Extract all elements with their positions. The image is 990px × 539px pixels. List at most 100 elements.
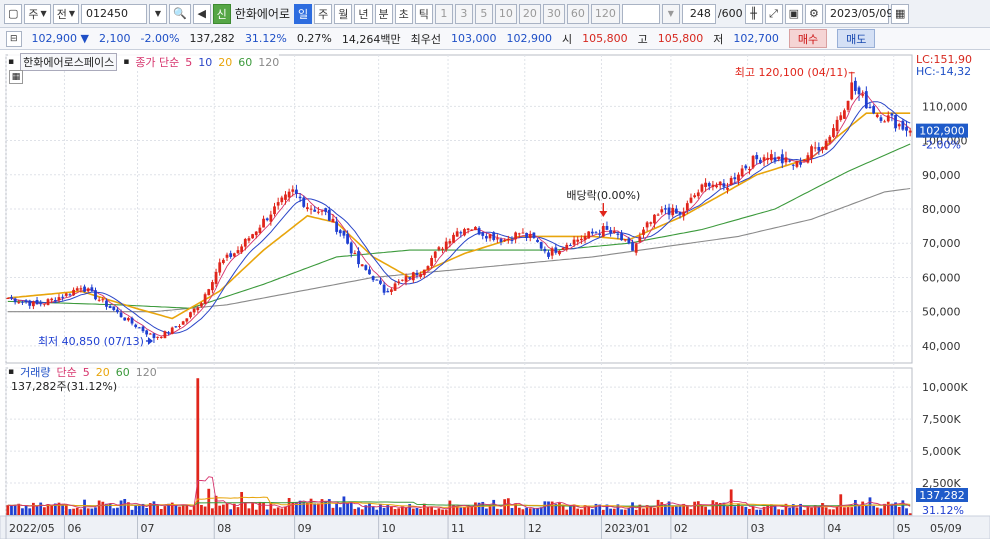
period-button[interactable]: 년 [354,3,373,24]
prefix-select[interactable]: 전 ▼ [52,3,79,24]
bid-price: 102,900 [506,32,552,45]
candle-body [711,184,715,188]
interval-button[interactable]: 10 [494,3,517,24]
candle-body [499,239,503,242]
candle-body [32,301,35,307]
candle-body [291,189,295,192]
code-dropdown-icon[interactable]: ▼ [148,3,167,24]
volume-bar [444,509,448,515]
period-button[interactable]: 월 [334,3,353,24]
volume-bar [123,498,127,515]
period-button[interactable]: 일 [294,3,313,24]
volume-bar [506,498,510,515]
date-input[interactable]: 2023/05/09 [824,3,893,24]
candle-body [108,306,112,309]
volume-bar [79,509,83,515]
quote-toggle-icon[interactable]: ⊟ [6,30,22,47]
candle-body [280,197,284,203]
candle-body [587,231,591,239]
volume-bar [579,509,583,515]
candle-body [861,94,865,96]
volume-bar [331,507,335,515]
trade-value: 14,264백만 [341,32,401,46]
volume-bar [273,508,276,515]
candle-body [342,230,346,236]
volume-bar [777,509,781,515]
period-button[interactable]: 분 [374,3,393,24]
price-tick-label: 90,000 [922,169,961,182]
interval-button[interactable]: 20 [518,3,541,24]
volume-bar [94,507,97,515]
legend-toggle-icon[interactable]: ▪ [8,367,14,377]
candle-body [737,174,740,181]
interval-button[interactable]: 5 [474,3,493,24]
compare-icon[interactable]: ⤢ [764,3,783,24]
speaker-icon[interactable]: ◀ [192,3,211,24]
volume-bar [200,504,203,515]
legend-toggle-icon[interactable]: ▪ [123,57,129,67]
volume-bar [276,507,280,515]
period-button[interactable]: 틱 [414,3,433,24]
candle-body [664,208,667,210]
candle-body [528,234,532,238]
candle-body [901,120,905,130]
candle-body [810,146,813,159]
volume-bar [795,507,799,515]
code-input[interactable]: 012450 [80,3,147,24]
interval-button[interactable]: 1 [434,3,453,24]
candle-body [766,157,770,160]
volume-bar [393,509,397,515]
interval-button[interactable]: 3 [454,3,473,24]
volume-bar [72,508,75,515]
interval-button[interactable]: 30 [542,3,565,24]
chart-type-icon[interactable]: ╫ [744,3,763,24]
interval-button[interactable]: 120 [590,3,620,24]
candle-body [419,274,423,277]
chart-area[interactable]: 2022/05 06 07 08 09 10 11 12 2023/01 02 03 04 05 05/0… [0,50,990,539]
buy-button[interactable]: 매수 [788,29,828,48]
volume-bar [411,508,415,515]
volume-bar [696,501,700,515]
candle-body [189,312,192,318]
volume-bar [733,506,737,515]
window-icon[interactable]: ▢ [4,3,23,24]
interval-dropdown-icon[interactable]: ▼ [661,3,680,24]
interval-input[interactable] [621,3,660,24]
volume-bar [189,509,192,515]
calendar-icon[interactable]: ▦ [890,3,910,24]
search-icon[interactable]: 🔍 [168,3,191,24]
period-button[interactable]: 초 [394,3,413,24]
gear-icon[interactable]: ⚙ [804,3,823,24]
x-tick-label: 2022/05 [9,522,55,535]
count-max: /600 [717,7,743,20]
candle-body [495,238,499,240]
x-tick-label: 2023/01 [604,522,650,535]
candle-body [791,164,795,166]
candle-body [678,212,682,215]
interval-button[interactable]: 60 [566,3,589,24]
sell-button[interactable]: 매도 [837,29,876,48]
chevron-down-icon: ▼ [40,9,47,18]
volume-bar [404,507,408,515]
prefix-select-value: 전 [56,7,67,21]
volume-bar [119,500,123,515]
candle-body [726,187,729,190]
candle-body [704,182,707,187]
period-button[interactable]: 주 [314,3,333,24]
volume-bar [265,509,269,515]
legend-toggle-icon[interactable]: ▪ [8,57,14,67]
candle-body [393,283,397,291]
save-icon[interactable]: ▣ [784,3,803,24]
volume-bar [788,507,792,515]
legend-stock-name[interactable]: 한화에어로스페이스 [20,53,118,71]
volume-bar [163,506,167,515]
candle-body [543,248,547,252]
volume-bar [886,501,890,515]
volume-bar [338,507,342,515]
candle-body [327,209,331,221]
type-select[interactable]: 주 ▼ [24,3,51,24]
volume-bar [313,503,317,515]
grid-icon[interactable]: ▦ [9,70,23,84]
candle-body [441,248,444,250]
count-input[interactable]: 248 [681,3,716,24]
